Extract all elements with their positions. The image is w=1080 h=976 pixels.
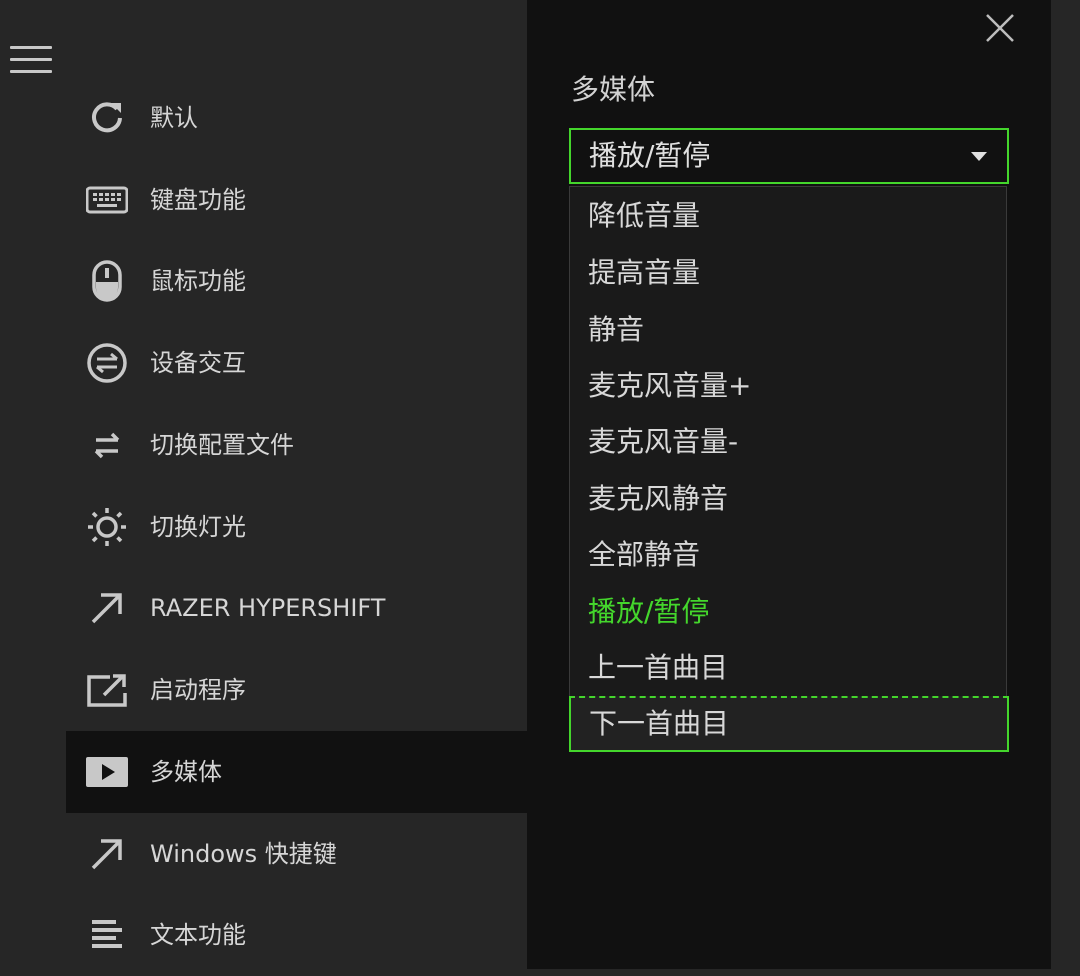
sidebar-item-text-function[interactable]: 文本功能 [66, 894, 527, 976]
sidebar-item-label: 文本功能 [150, 921, 246, 949]
sidebar-item-default[interactable]: 默认 [66, 77, 527, 159]
dropdown-option-focused[interactable]: 下一首曲目 [569, 696, 1009, 752]
sidebar-item-label: 切换配置文件 [150, 431, 294, 459]
sidebar-item-label: 键盘功能 [150, 186, 246, 214]
select-value: 播放/暂停 [589, 139, 711, 172]
sidebar-item-label: 设备交互 [150, 349, 246, 377]
section-title: 多媒体 [571, 73, 656, 106]
dropdown-option[interactable]: 全部静音 [588, 526, 700, 583]
sidebar-item-switch-profile[interactable]: 切换配置文件 [66, 404, 527, 486]
sidebar-item-launch-program[interactable]: 启动程序 [66, 649, 527, 731]
dropdown-option[interactable]: 静音 [588, 301, 644, 358]
keyboard-icon [86, 179, 128, 221]
text-icon [86, 914, 128, 956]
sidebar-item-windows-shortcut[interactable]: Windows 快捷键 [66, 813, 527, 895]
light-icon [86, 506, 128, 548]
dropdown-option-selected[interactable]: 播放/暂停 [588, 583, 709, 640]
sidebar-item-switch-lighting[interactable]: 切换灯光 [66, 486, 527, 568]
sidebar-item-label: 鼠标功能 [150, 267, 246, 295]
close-icon[interactable] [984, 12, 1016, 44]
dropdown-option[interactable]: 提高音量 [588, 244, 700, 301]
refresh-icon [86, 97, 128, 139]
sidebar-item-label: 默认 [150, 104, 198, 132]
dropdown-option[interactable]: 麦克风音量- [588, 413, 738, 470]
arrow-up-right-icon [86, 833, 128, 875]
dropdown-option[interactable]: 麦克风音量+ [588, 357, 751, 414]
launch-icon [86, 669, 128, 711]
arrow-up-right-icon [86, 587, 128, 629]
dropdown-option[interactable]: 降低音量 [588, 187, 700, 244]
swap-arrows-icon [86, 424, 128, 466]
sidebar-item-multimedia[interactable]: 多媒体 [66, 731, 527, 813]
sidebar: 默认 键盘功能 鼠标功能 设备交互 切换配置文件 切换灯光 RAZER HYPE… [0, 0, 527, 969]
sidebar-item-label: Windows 快捷键 [150, 840, 337, 868]
sidebar-item-mouse[interactable]: 鼠标功能 [66, 240, 527, 322]
dropdown-list: 降低音量 提高音量 静音 麦克风音量+ 麦克风音量- 麦克风静音 全部静音 播放… [569, 186, 1007, 696]
dropdown-option[interactable]: 麦克风静音 [588, 470, 728, 527]
right-edge [1051, 0, 1080, 969]
dropdown-option[interactable]: 上一首曲目 [588, 639, 728, 696]
sidebar-item-razer-hypershift[interactable]: RAZER HYPERSHIFT [66, 567, 527, 649]
sidebar-item-label: 切换灯光 [150, 513, 246, 541]
swap-circle-icon [86, 342, 128, 384]
hamburger-menu-icon[interactable] [10, 44, 52, 76]
chevron-down-icon [971, 152, 987, 161]
sidebar-item-label: 多媒体 [150, 758, 222, 786]
multimedia-action-select[interactable]: 播放/暂停 [569, 128, 1009, 184]
sidebar-item-label: 启动程序 [150, 676, 246, 704]
sidebar-item-label: RAZER HYPERSHIFT [150, 594, 386, 622]
play-icon [86, 751, 128, 793]
sidebar-item-device-interaction[interactable]: 设备交互 [66, 322, 527, 404]
dropdown-option-label: 下一首曲目 [589, 707, 730, 740]
mouse-icon [86, 260, 128, 302]
sidebar-item-keyboard[interactable]: 键盘功能 [66, 159, 527, 241]
